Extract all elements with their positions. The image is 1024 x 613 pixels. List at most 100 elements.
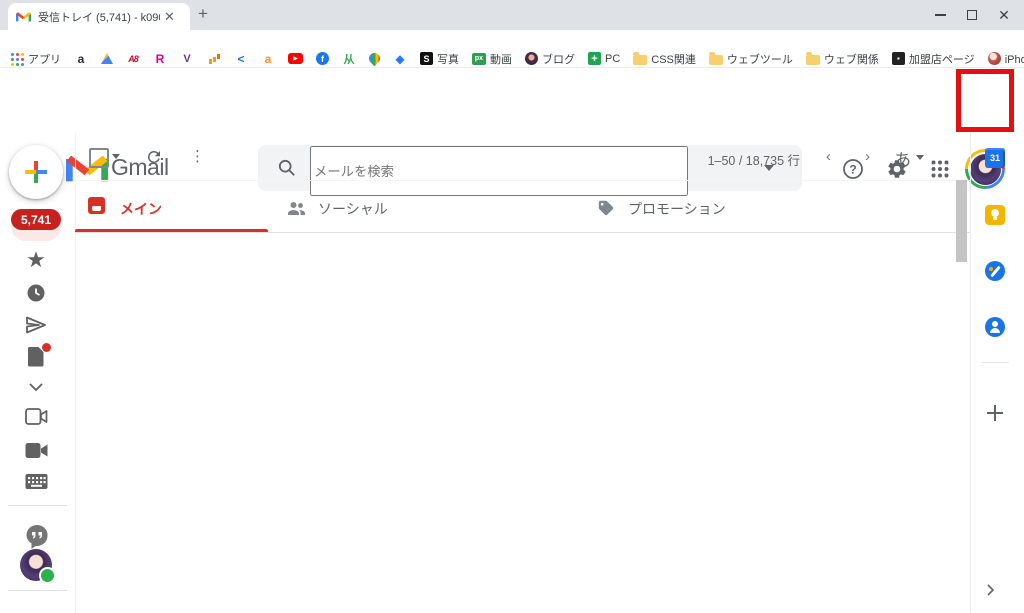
input-method-caret-icon[interactable] — [916, 155, 924, 160]
photo-s-icon: S — [420, 52, 433, 65]
bookmark-px-video[interactable]: px 動画 — [472, 51, 512, 67]
bookmark-analytics[interactable] — [207, 52, 221, 66]
a8-icon: A8 — [128, 53, 139, 64]
older-page-button[interactable]: › — [865, 148, 870, 165]
social-people-icon — [288, 202, 305, 215]
scrollbar-thumb[interactable] — [956, 180, 967, 262]
send-icon — [26, 316, 46, 334]
sidebar-item-sent[interactable] — [25, 315, 47, 335]
bookmark-folder[interactable]: ウェブツール — [708, 51, 793, 67]
bookmark-label: アプリ — [28, 53, 61, 66]
bookmark-blog-avatar[interactable]: ブログ — [525, 51, 575, 67]
tasks-panel-button[interactable] — [985, 261, 1005, 281]
hide-side-panel-button[interactable] — [986, 583, 995, 597]
browser-address-bar: ← → ☆ mail.google.com/mail/u/0/?ogbl#inb… — [0, 30, 1024, 78]
hangouts-button[interactable] — [25, 524, 49, 550]
calendar-icon: 31 — [989, 153, 1000, 163]
minimize-icon — [934, 14, 946, 16]
black-app-icon: ▪ — [891, 52, 905, 65]
sidebar-item-starred[interactable]: ★ — [25, 249, 47, 271]
browser-tab[interactable]: 受信トレイ (5,741) - k0901395648 ✕ — [8, 3, 190, 30]
value-commerce-icon: V — [183, 52, 191, 65]
refresh-button[interactable] — [145, 148, 163, 166]
search-icon[interactable] — [278, 159, 296, 177]
window-close-button[interactable]: ✕ — [984, 0, 1024, 30]
gmail-header: Gmail ? — [0, 68, 1024, 196]
compose-button[interactable] — [9, 145, 63, 199]
tab-social-label: ソーシャル — [318, 201, 388, 217]
select-all-checkbox[interactable] — [89, 148, 109, 168]
contacts-panel-button[interactable] — [985, 317, 1005, 337]
bookmark-label: iPhone見分け方 — [1004, 53, 1024, 66]
bookmark-youtube[interactable]: ▶ — [288, 53, 303, 64]
video-camera-filled-icon — [25, 443, 48, 458]
side-panel-border — [970, 133, 971, 613]
bookmark-back-blue[interactable]: < — [234, 52, 248, 66]
bookmark-facebook[interactable]: f — [316, 52, 329, 65]
bookmark-a8[interactable]: A8 — [126, 52, 140, 66]
google-apps-grid-button[interactable] — [931, 160, 949, 178]
facebook-icon: f — [316, 52, 329, 65]
mail-list-empty-area — [76, 233, 956, 613]
bookmark-amazon-orange[interactable]: a — [261, 52, 275, 66]
select-caret-icon[interactable] — [112, 154, 120, 159]
folder-icon — [805, 51, 820, 65]
bookmark-amazon[interactable]: a — [74, 52, 88, 66]
sidebar-divider-bottom — [8, 590, 67, 591]
bookmark-folder[interactable]: ウェブ関係 — [805, 51, 879, 67]
amazon-icon: a — [77, 51, 85, 66]
sidebar-item-drafts[interactable] — [27, 342, 52, 367]
bookmark-blue-clover[interactable]: ◆ — [393, 52, 407, 66]
newer-page-button[interactable]: ‹ — [826, 148, 831, 165]
gmail-favicon-icon — [16, 11, 31, 21]
tab-primary-label: メイン — [120, 201, 162, 217]
bookmark-google-ads[interactable] — [101, 53, 113, 64]
youtube-icon: ▶ — [288, 53, 303, 64]
bookmark-rakuten[interactable]: R — [153, 52, 167, 66]
clock-icon — [27, 284, 45, 302]
bookmark-label: ウェブ関係 — [823, 53, 879, 66]
video-camera-outline-icon — [25, 408, 48, 425]
bookmark-green-people[interactable]: 从 — [342, 52, 356, 66]
bookmark-black-app[interactable]: ▪ 加盟店ページ — [891, 51, 975, 67]
sidebar-more-button[interactable] — [28, 382, 44, 392]
bookmark-iphone-chara[interactable]: iPhone見分け方 — [987, 51, 1024, 67]
input-method-button[interactable]: あ — [894, 146, 911, 171]
bookmark-pc-plus[interactable]: + PC — [588, 52, 620, 65]
green-people-icon: 从 — [343, 53, 355, 66]
tab-promotions[interactable] — [578, 181, 888, 232]
bookmark-folder[interactable]: CSS関連 — [633, 51, 696, 67]
google-ads-icon — [101, 53, 113, 64]
pc-plus-icon: + — [588, 52, 601, 65]
sidebar-divider — [8, 505, 67, 506]
bookmark-photo-s[interactable]: S 写真 — [420, 51, 459, 67]
back-blue-icon: < — [237, 51, 245, 66]
tab-close-icon[interactable]: ✕ — [164, 10, 175, 23]
tab-social[interactable] — [268, 181, 578, 232]
bookmark-maps-pin[interactable] — [366, 50, 383, 67]
side-panel-divider — [981, 362, 1009, 363]
keyboard-icon — [25, 474, 48, 489]
rakuten-icon: R — [155, 51, 165, 66]
bookmark-apps-grid[interactable]: アプリ — [10, 51, 61, 67]
keep-panel-button[interactable] — [985, 205, 1005, 225]
bookmark-label: CSS関連 — [651, 53, 696, 66]
meet-join-meeting-button[interactable] — [25, 442, 48, 459]
meet-keyboard-button[interactable] — [25, 473, 48, 490]
apps-grid-icon — [10, 52, 24, 66]
amazon-orange-icon: a — [264, 51, 272, 66]
annotation-highlight-box — [956, 69, 1014, 132]
browser-tab-title: 受信トレイ (5,741) - k0901395648 — [38, 11, 160, 24]
bookmark-value-commerce[interactable]: V — [180, 52, 194, 66]
calendar-panel-button[interactable]: 31 — [985, 148, 1005, 168]
meet-new-meeting-button[interactable] — [25, 408, 48, 425]
online-presence-dot — [39, 567, 56, 584]
bookmark-label: ブログ — [542, 53, 575, 66]
sidebar-item-snoozed[interactable] — [26, 283, 46, 303]
maximize-icon — [967, 10, 977, 20]
more-options-button[interactable]: ⋮ — [190, 147, 205, 165]
help-button[interactable]: ? — [842, 158, 864, 180]
bookmark-label: 動画 — [490, 53, 512, 66]
new-tab-button[interactable]: + — [198, 4, 208, 24]
get-addons-button[interactable] — [985, 403, 1005, 423]
